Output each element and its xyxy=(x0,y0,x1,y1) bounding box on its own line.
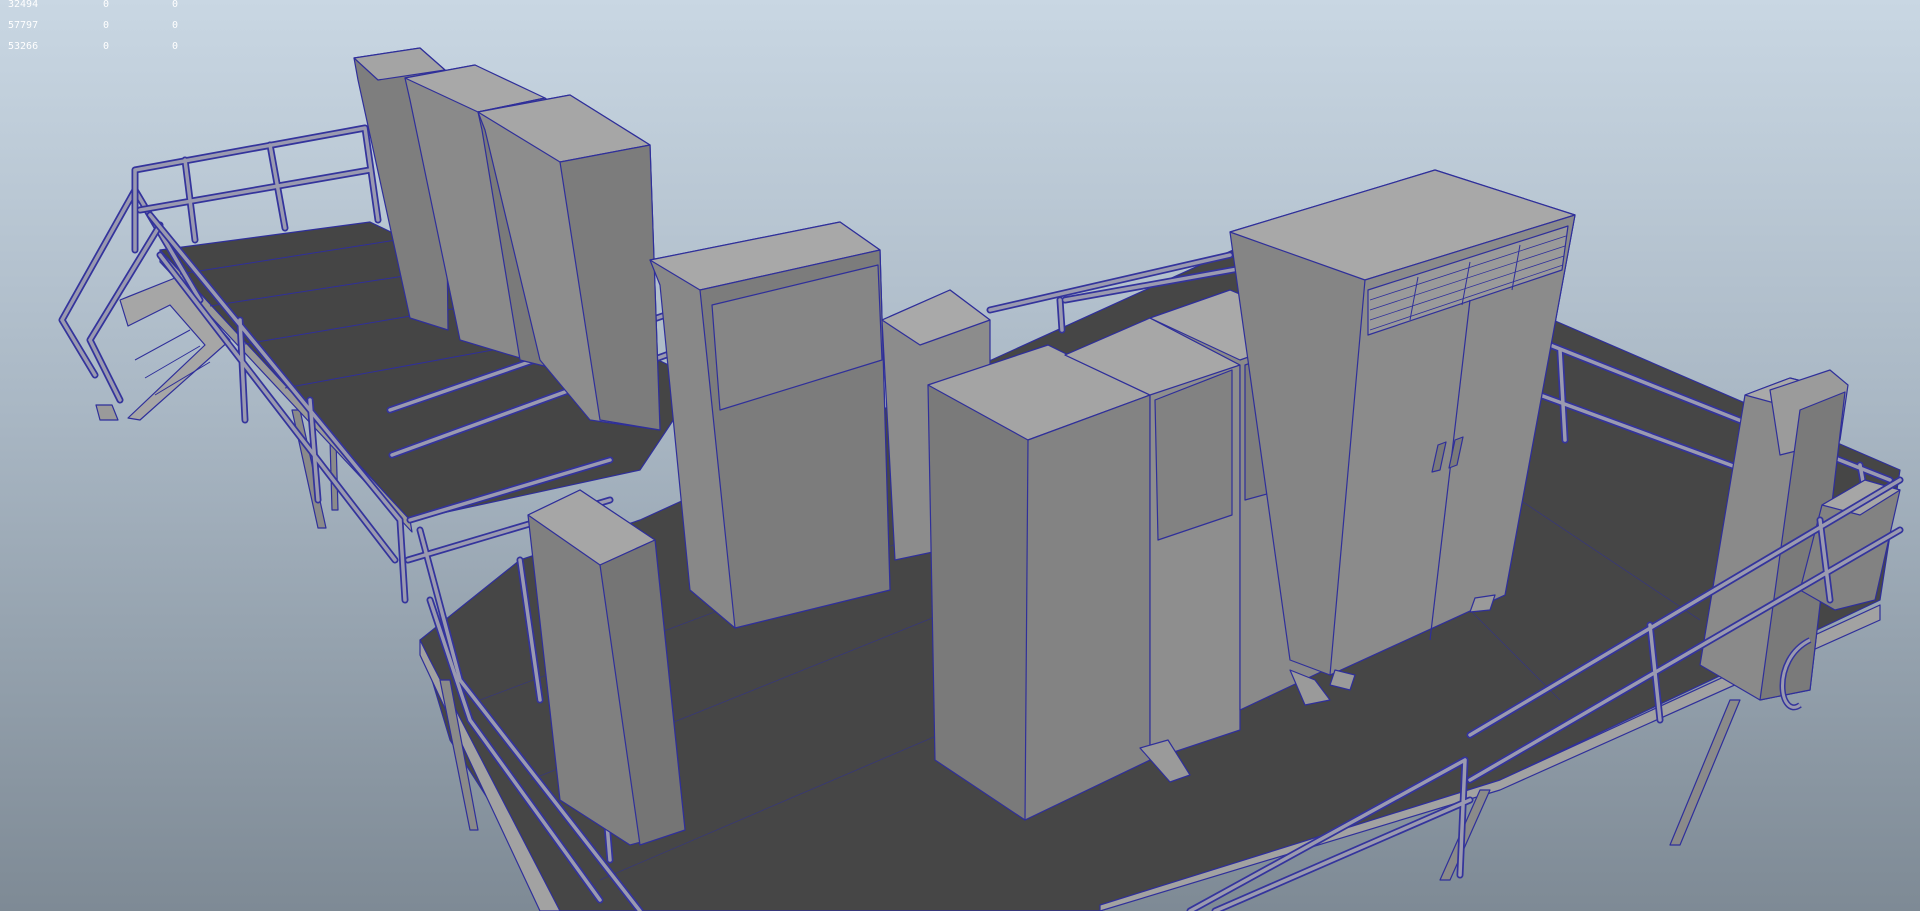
3d-viewport[interactable] xyxy=(0,0,1920,911)
